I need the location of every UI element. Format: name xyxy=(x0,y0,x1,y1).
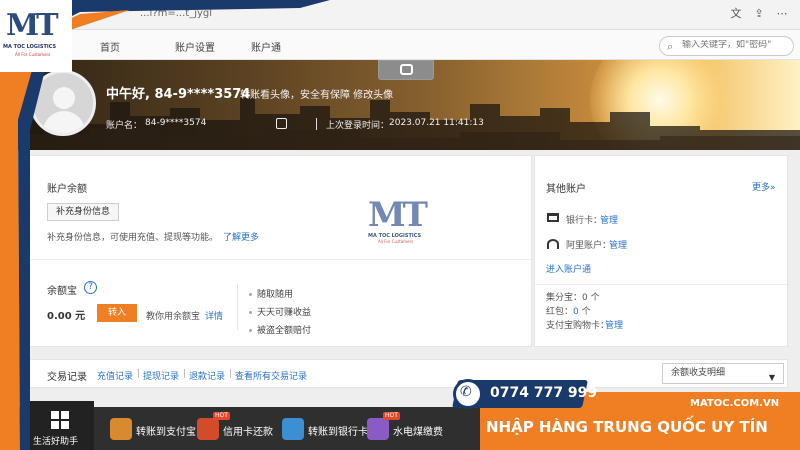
alibaba-icon xyxy=(547,239,559,249)
hot-badge: HOT xyxy=(383,412,400,420)
divider xyxy=(316,118,317,130)
life-helper-tile[interactable]: 生活好助手 xyxy=(24,401,94,450)
transfer-icon xyxy=(110,418,132,440)
verify-identity-button[interactable]: 补充身份信息 xyxy=(47,203,119,221)
alibaba-label: 阿里账户： xyxy=(566,241,612,251)
select-value: 余额收支明细 xyxy=(671,368,726,378)
greeting-text: 中午好, 84-9****3574 xyxy=(106,87,251,102)
yeb-teach-text: 教你用余额宝 xyxy=(146,312,201,322)
service-label: 转账到银行卡 xyxy=(308,427,368,438)
qrcode-icon[interactable] xyxy=(276,118,287,129)
service-label: 转账到支付宝 xyxy=(136,427,196,438)
bank-transfer-icon xyxy=(282,418,304,440)
account-hub-link[interactable]: 进入账户通 xyxy=(546,262,591,275)
feature-item: 天天可赚收益 xyxy=(249,305,311,318)
recharge-records-link[interactable]: 充值记录 xyxy=(97,369,133,382)
nav-home[interactable]: 首页 xyxy=(100,39,120,54)
yeb-details-link[interactable]: 详情 xyxy=(205,309,223,322)
shopping-card-label: 支付宝购物卡： xyxy=(546,321,610,331)
logo-name: MA TOC LOGISTICS xyxy=(3,44,57,50)
profile-banner: 中午好, 84-9****3574 转账看头像，安全有保障 修改头像 账户名： … xyxy=(0,60,800,150)
account-label: 账户名： xyxy=(106,121,143,131)
trade-records-bar: 交易记录 充值记录 | 提现记录 | 退款记录 | 查看所有交易记录 余额收支明… xyxy=(24,359,788,388)
balance-panel: 账户余额 补充身份信息 补充身份信息，可使用充值、提现等功能。 了解更多 余额宝… xyxy=(24,155,532,347)
share-icon[interactable]: ⇪ xyxy=(752,7,766,21)
more-icon[interactable]: ⋯ xyxy=(775,7,789,21)
help-icon[interactable]: ? xyxy=(84,281,97,294)
feature-item: 被盗全额赔付 xyxy=(249,323,311,336)
bank-card-label: 银行卡： xyxy=(566,216,603,226)
verify-note: 补充身份信息，可使用充值、提现等功能。 xyxy=(47,233,219,243)
watermark-logo: MT MA TOC LOGISTICS All For Customers xyxy=(368,195,428,244)
vertical-divider xyxy=(237,284,238,330)
section-divider xyxy=(25,259,531,260)
last-login-label: 上次登录时间： xyxy=(326,121,390,131)
service-label: 信用卡还款 xyxy=(223,427,273,438)
search-box: ⌕ xyxy=(659,36,794,56)
feature-item: 随取随用 xyxy=(249,287,293,300)
hot-badge: HOT xyxy=(213,412,230,420)
hongbao-text: 红包：0 个 xyxy=(546,307,591,317)
more-link[interactable]: 更多» xyxy=(752,180,776,193)
separator: | xyxy=(229,369,233,379)
bank-manage-link[interactable]: 管理 xyxy=(600,213,618,226)
utility-icon xyxy=(367,418,389,440)
records-filter-select[interactable]: 余额收支明细 ▼ xyxy=(662,363,784,384)
slogan-text: NHẬP HÀNG TRUNG QUỐC UY TÍN xyxy=(486,418,768,436)
other-accounts-title: 其他账户 xyxy=(546,184,586,195)
jifenbao-text: 集分宝：0 个 xyxy=(546,293,600,303)
withdraw-records-link[interactable]: 提现记录 xyxy=(143,369,179,382)
camera-icon xyxy=(400,64,413,75)
section-divider xyxy=(535,284,787,285)
other-accounts-panel: 其他账户 更多» 银行卡： 管理 阿里账户： 管理 进入账户通 集分宝：0 个 … xyxy=(534,155,788,347)
search-icon[interactable]: ⌕ xyxy=(667,40,673,54)
separator: | xyxy=(137,369,141,379)
search-input[interactable] xyxy=(682,40,790,50)
screen: ...i?m=...t_jygl 文 ⇪ ⋯ 首页 账户设置 账户通 ⌕ 中午好… xyxy=(0,0,800,450)
life-helper-label: 生活好助手 xyxy=(33,437,79,447)
balance-title: 账户余额 xyxy=(47,184,87,195)
phone-icon: ✆ xyxy=(460,384,472,400)
nav-account-settings[interactable]: 账户设置 xyxy=(175,39,215,54)
refund-records-link[interactable]: 退款记录 xyxy=(189,369,225,382)
watermark-mark: MT xyxy=(368,195,428,235)
credit-card-icon xyxy=(197,418,219,440)
change-cover-button[interactable] xyxy=(378,60,434,80)
all-records-link[interactable]: 查看所有交易记录 xyxy=(235,369,307,382)
shopping-card-link[interactable]: 管理 xyxy=(605,318,623,331)
logo-mark: MT xyxy=(6,8,59,43)
phone-number: 0774 777 999 xyxy=(490,385,598,401)
translate-icon[interactable]: 文 xyxy=(729,7,743,21)
user-avatar[interactable] xyxy=(30,70,96,136)
nav-account-hub[interactable]: 账户通 xyxy=(251,39,281,54)
yeb-amount: 0.00 元 xyxy=(47,311,86,322)
browser-address-bar: ...i?m=...t_jygl 文 ⇪ ⋯ xyxy=(0,0,800,30)
separator: | xyxy=(183,369,187,379)
alibaba-manage-link[interactable]: 管理 xyxy=(609,238,627,251)
last-login-value: 2023.07.21 11:41:13 xyxy=(389,118,484,128)
chevron-down-icon: ▼ xyxy=(768,373,775,382)
avatar-body xyxy=(43,111,85,133)
learn-more-link[interactable]: 了解更多 xyxy=(223,230,259,243)
trade-title: 交易记录 xyxy=(47,372,87,383)
avatar-head xyxy=(53,87,75,109)
brand-logo: MT MA TOC LOGISTICS All For Customers xyxy=(0,0,72,72)
url-text[interactable]: ...i?m=...t_jygl xyxy=(140,8,212,19)
grid-icon xyxy=(51,411,69,429)
website-text: MATOC.COM.VN xyxy=(690,398,780,409)
transfer-in-button[interactable]: 转入 xyxy=(97,304,137,322)
service-label: 水电煤缴费 xyxy=(393,427,443,438)
bank-card-icon xyxy=(547,213,559,222)
avatar-tip[interactable]: 转账看头像，安全有保障 修改头像 xyxy=(240,86,393,101)
watermark-tagline: All For Customers xyxy=(378,239,414,244)
logo-tagline: All For Customers xyxy=(15,52,51,57)
yeb-title: 余额宝 xyxy=(47,286,77,297)
account-value: 84-9****3574 xyxy=(145,118,207,128)
